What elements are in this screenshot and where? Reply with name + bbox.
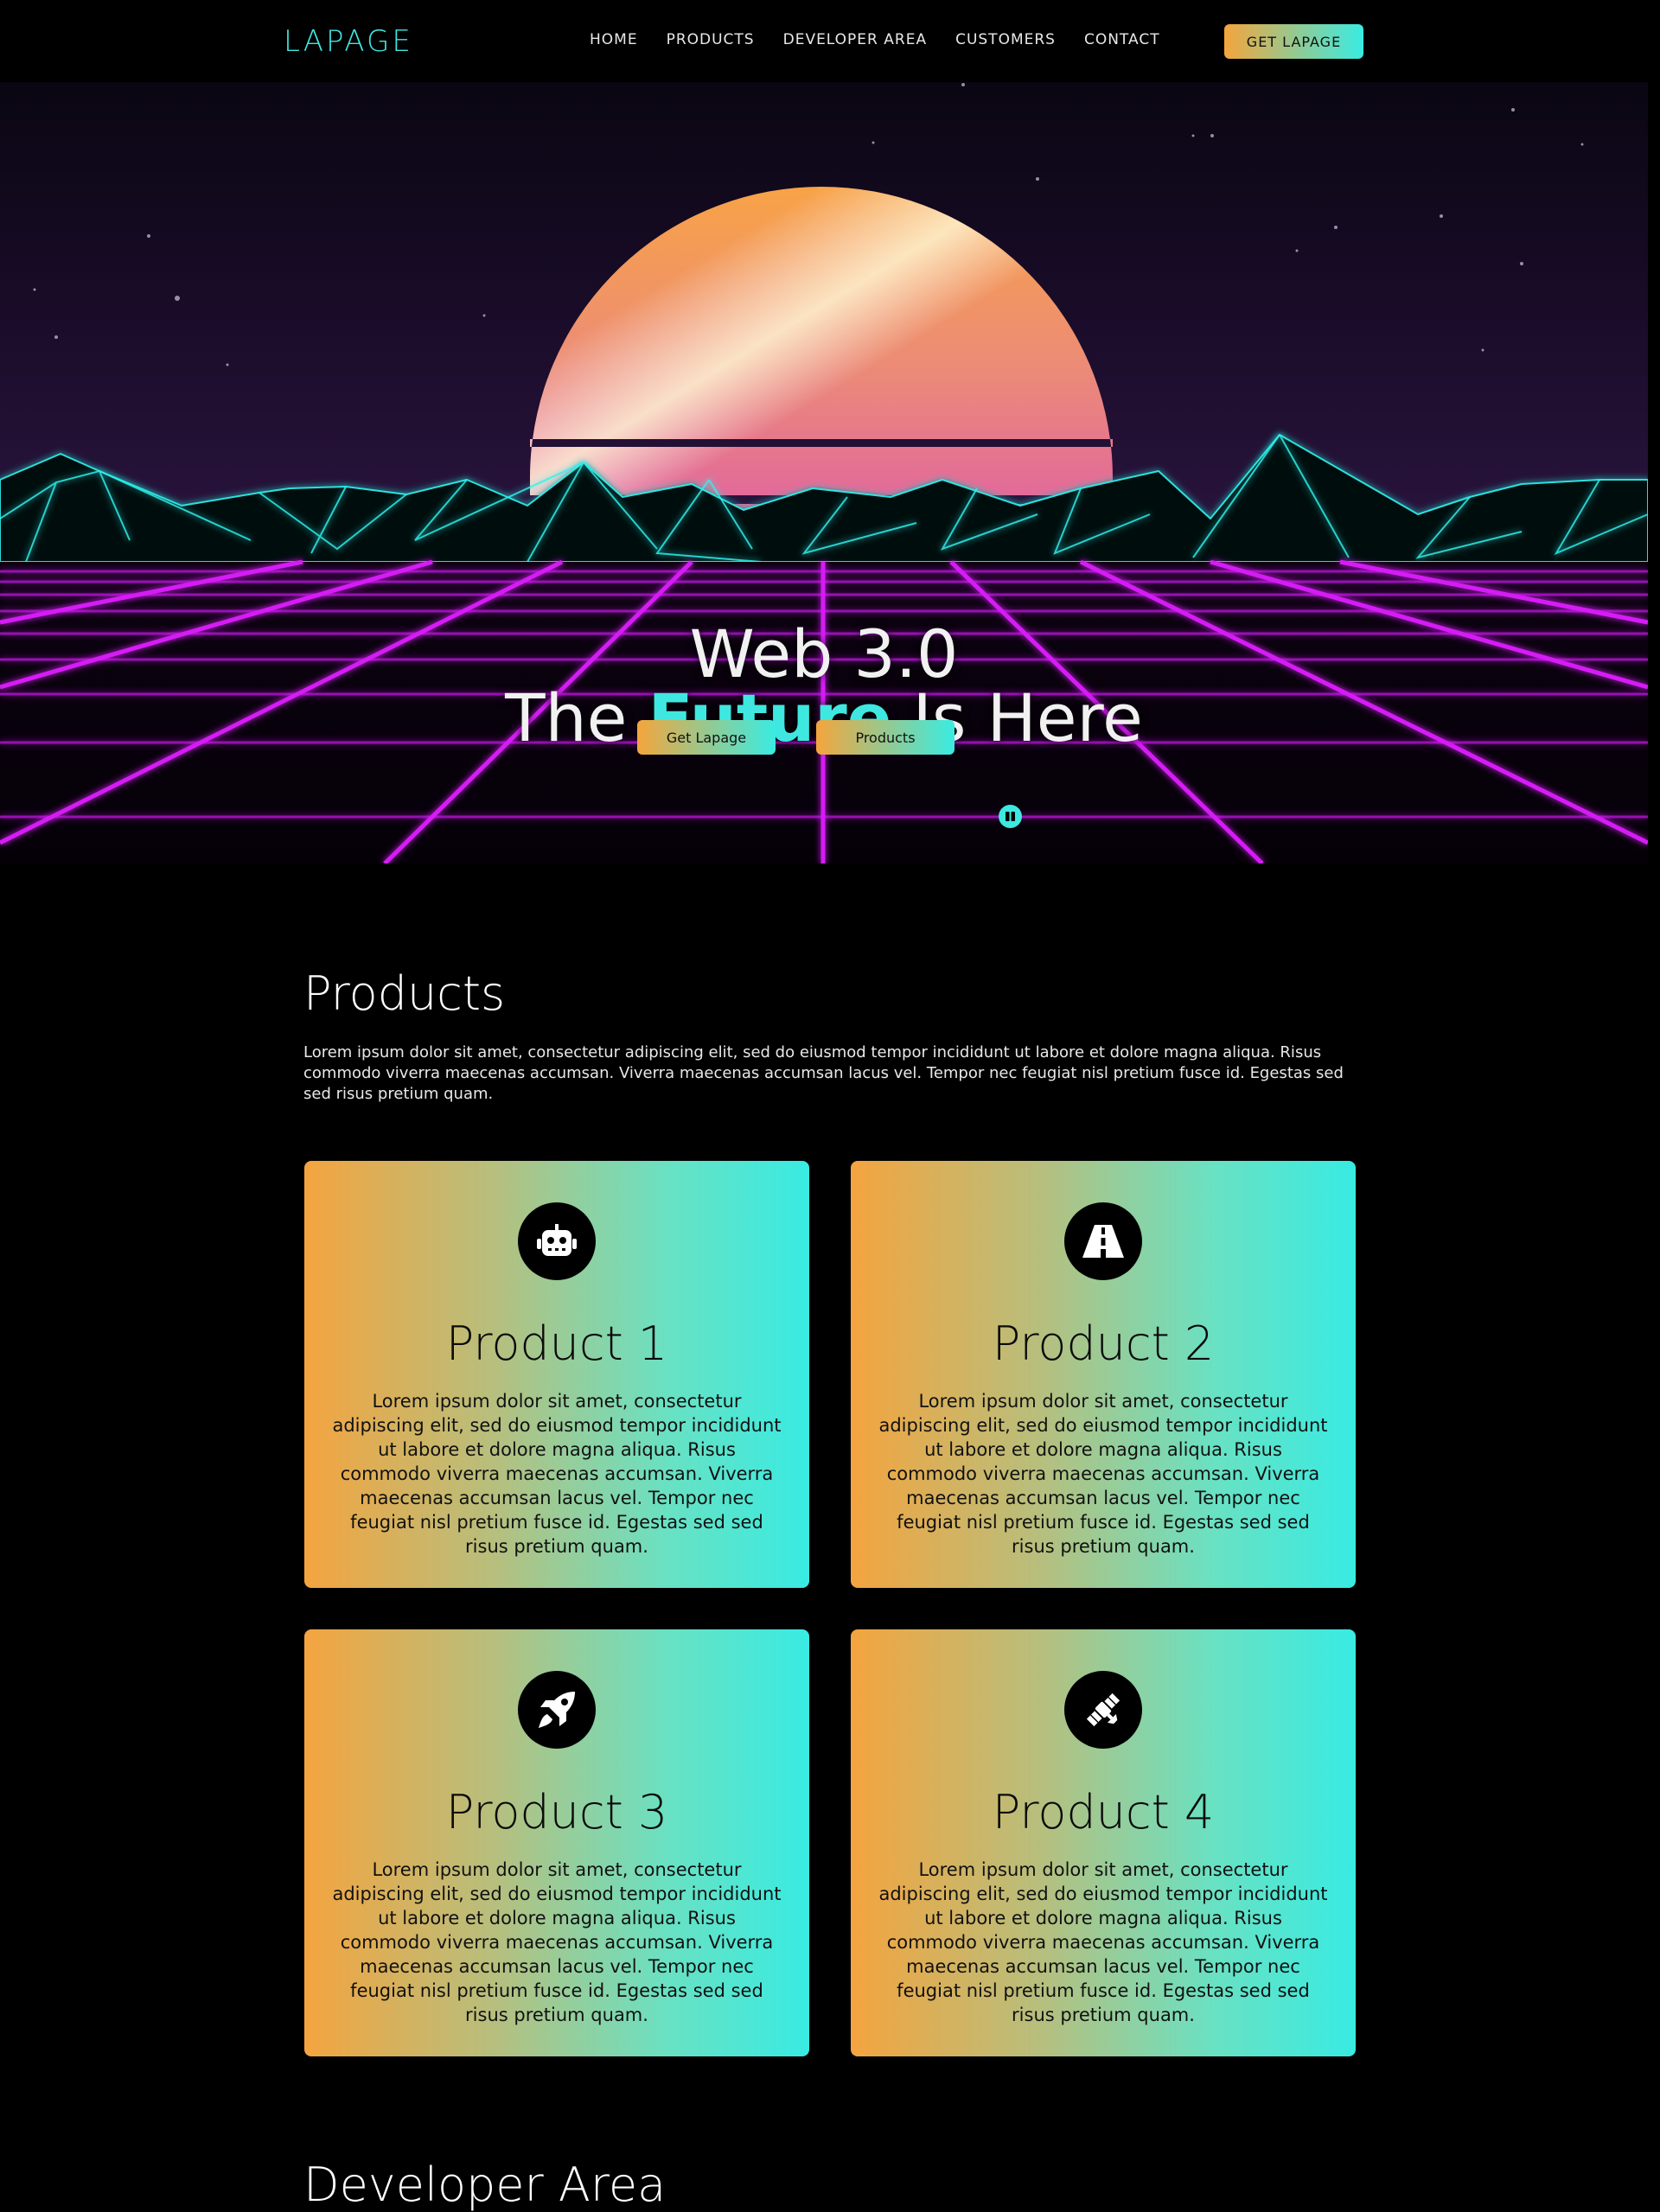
top-navbar: LAPAGE HOME PRODUCTS DEVELOPER AREA CUST… — [0, 0, 1660, 82]
product-card-title: Product 2 — [992, 1316, 1215, 1371]
product-card-text: Lorem ipsum dolor sit amet, consectetur … — [878, 1391, 1328, 1557]
nav-link-developer-area[interactable]: DEVELOPER AREA — [783, 31, 927, 48]
product-card-title: Product 1 — [445, 1316, 668, 1371]
product-card-text: Lorem ipsum dolor sit amet, consectetur … — [878, 1859, 1328, 2025]
pause-icon[interactable] — [999, 805, 1022, 828]
product-card-3[interactable]: Product 3 Lorem ipsum dolor sit amet, co… — [304, 1629, 809, 2056]
get-lapage-hero-button[interactable]: Get Lapage — [637, 720, 776, 755]
hero-headline-pre: The — [505, 679, 628, 756]
products-section-intro: Lorem ipsum dolor sit amet, consectetur … — [303, 1043, 1344, 1103]
product-card-text: Lorem ipsum dolor sit amet, consectetur … — [332, 1859, 782, 2025]
nav-link-products[interactable]: PRODUCTS — [667, 31, 755, 48]
nav-link-customers[interactable]: CUSTOMERS — [955, 31, 1056, 48]
developer-area-section-title: Developer Area — [303, 2158, 667, 2212]
nav-link-contact[interactable]: CONTACT — [1084, 31, 1160, 48]
satellite-icon — [1064, 1671, 1142, 1749]
product-card-1[interactable]: Product 1 Lorem ipsum dolor sit amet, co… — [304, 1161, 809, 1588]
product-card-title: Product 3 — [445, 1785, 668, 1839]
product-card-4[interactable]: Product 4 Lorem ipsum dolor sit amet, co… — [851, 1629, 1356, 2056]
road-icon — [1064, 1202, 1142, 1280]
logo[interactable]: LAPAGE — [284, 24, 413, 59]
nav-links: HOME PRODUCTS DEVELOPER AREA CUSTOMERS C… — [590, 31, 1189, 48]
product-card-2[interactable]: Product 2 Lorem ipsum dolor sit amet, co… — [851, 1161, 1356, 1588]
hero-headline-line1: Web 3.0 — [689, 615, 959, 692]
nav-link-home[interactable]: HOME — [590, 31, 638, 48]
robot-icon — [518, 1202, 596, 1280]
product-card-title: Product 4 — [992, 1785, 1215, 1839]
products-section-title: Products — [303, 966, 506, 1021]
get-lapage-nav-button[interactable]: GET LAPAGE — [1224, 24, 1363, 59]
rocket-icon — [518, 1671, 596, 1749]
product-card-text: Lorem ipsum dolor sit amet, consectetur … — [332, 1391, 782, 1557]
products-hero-button[interactable]: Products — [816, 720, 954, 755]
